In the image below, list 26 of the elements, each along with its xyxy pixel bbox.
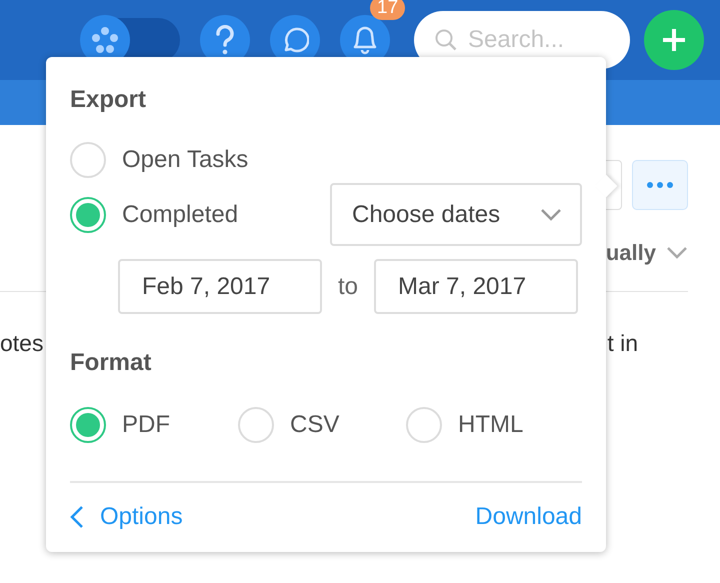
dots-icon [91,27,119,53]
to-label: to [338,272,358,300]
more-button[interactable] [632,160,688,210]
start-date-field[interactable]: Feb 7, 2017 [118,259,322,314]
search-icon [434,28,458,52]
scope-radio[interactable]: Completed [70,196,330,232]
date-range-dropdown[interactable]: Choose dates [330,183,582,246]
scope-radio[interactable]: Open Tasks [70,142,330,178]
task-text: t in [607,330,638,358]
bell-icon [351,25,379,55]
search-input[interactable]: Search... [466,25,616,55]
notification-count: 17 [370,0,406,20]
task-text: otes [0,330,44,358]
plus-icon [661,27,687,53]
chevron-down-icon [540,208,562,222]
export-title: Export [70,85,148,115]
format-radio[interactable]: PDF [70,407,238,443]
format-radio[interactable]: HTML [406,407,574,443]
format-radio[interactable]: CSV [238,407,406,443]
chevron-left-icon [70,505,84,529]
sort-label[interactable]: ually [606,240,656,266]
end-date-field[interactable]: Mar 7, 2017 [374,259,578,314]
chevron-down-icon [666,246,688,260]
help-icon [215,25,235,55]
more-icon [646,181,674,189]
format-title: Format [70,348,152,378]
